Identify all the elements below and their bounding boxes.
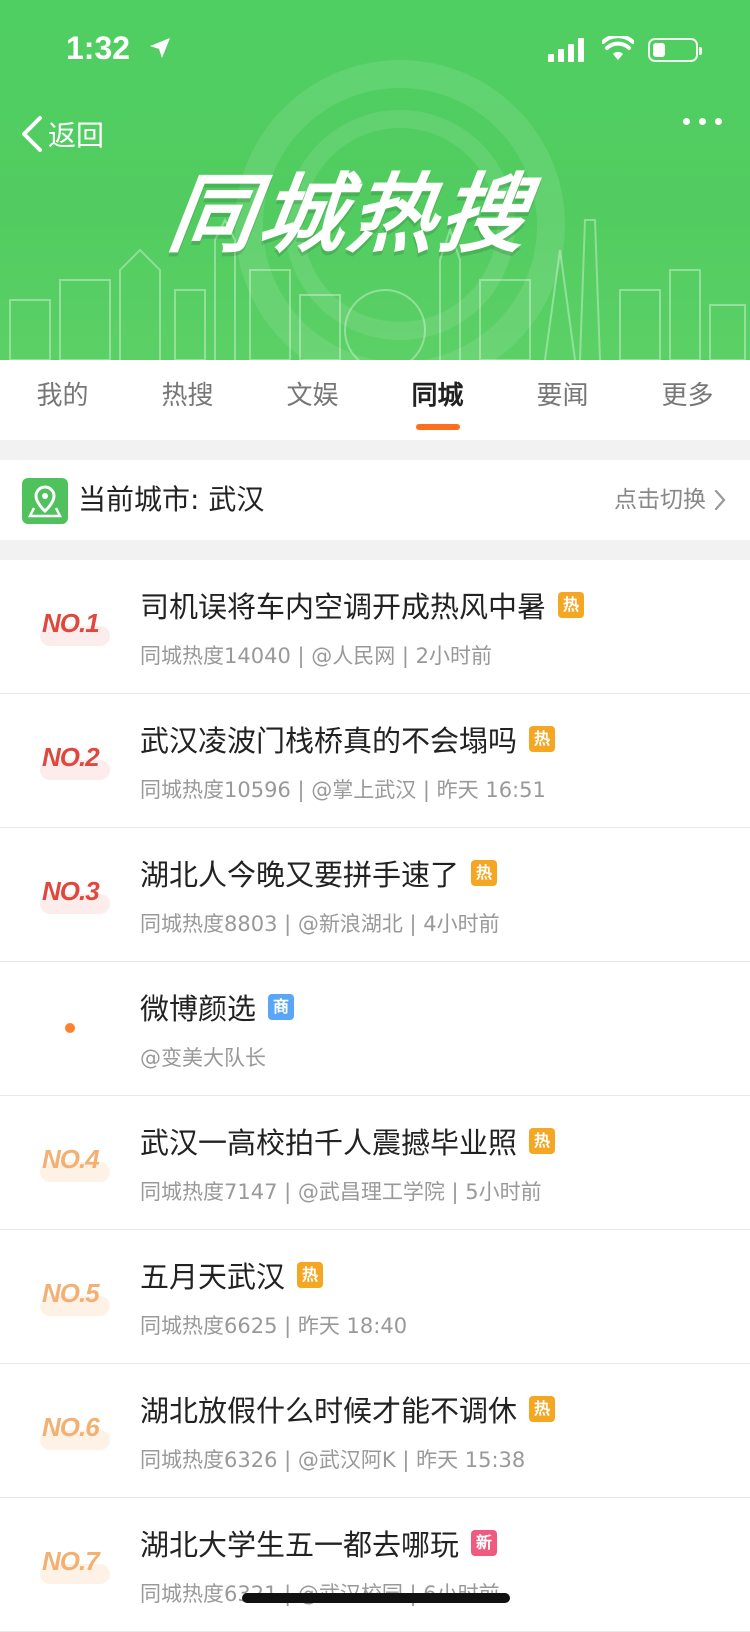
item-title: 司机误将车内空调开成热风中暑热	[140, 584, 585, 626]
item-title: 湖北放假什么时候才能不调休热	[140, 1388, 556, 1430]
rank-label: NO.1	[40, 600, 110, 650]
item-meta: 同城热度6625 | 昨天 18:40	[140, 1314, 408, 1338]
promo-dot-icon	[65, 1023, 75, 1033]
item-badge: 热	[471, 860, 498, 886]
list-item[interactable]: NO.5 五月天武汉热同城热度6625 | 昨天 18:40	[0, 1230, 750, 1364]
item-badge: 热	[297, 1262, 324, 1288]
list-item[interactable]: NO.4 武汉一高校拍千人震撼毕业照热同城热度7147 | @武昌理工学院 | 5…	[0, 1096, 750, 1230]
status-time: 1:32	[66, 30, 131, 66]
item-badge: 商	[268, 994, 295, 1020]
item-badge: 热	[529, 1128, 556, 1154]
tab-entertainment[interactable]: 文娱	[250, 360, 375, 440]
tab-same-city[interactable]: 同城	[375, 360, 500, 440]
item-badge: 热	[558, 592, 585, 618]
list-item[interactable]: NO.3 湖北人今晚又要拼手速了热同城热度8803 | @新浪湖北 | 4小时前	[0, 828, 750, 962]
item-badge: 新	[471, 1530, 498, 1556]
rank-label: NO.6	[40, 1404, 110, 1454]
item-meta: 同城热度10596 | @掌上武汉 | 昨天 16:51	[140, 778, 546, 802]
item-title: 湖北大学生五一都去哪玩新	[140, 1522, 498, 1564]
location-arrow-icon	[150, 38, 170, 58]
banner-title: 同城热搜	[162, 165, 538, 265]
item-badge: 热	[529, 1396, 556, 1422]
chevron-left-icon	[22, 116, 42, 152]
item-meta: 同城热度7147 | @武昌理工学院 | 5小时前	[140, 1180, 542, 1204]
item-title: 湖北人今晚又要拼手速了热	[140, 852, 498, 894]
cellular-signal-icon	[548, 38, 584, 62]
list-item[interactable]: NO.1 司机误将车内空调开成热风中暑热同城热度14040 | @人民网 | 2小…	[0, 560, 750, 694]
current-city-bar: 当前城市: 武汉 点击切换	[0, 460, 750, 540]
item-badge: 热	[529, 726, 556, 752]
item-meta: 同城热度8803 | @新浪湖北 | 4小时前	[140, 912, 500, 936]
battery-icon	[648, 38, 702, 62]
switch-city-label: 点击切换	[614, 487, 706, 513]
current-city-label: 当前城市: 武汉	[78, 483, 265, 516]
rank-label: NO.7	[40, 1538, 110, 1588]
switch-city-button[interactable]: 点击切换	[614, 460, 726, 540]
tab-hot-search[interactable]: 热搜	[125, 360, 250, 440]
home-indicator	[242, 1593, 510, 1603]
status-bar: 1:32	[0, 28, 750, 72]
list-item[interactable]: NO.2 武汉凌波门栈桥真的不会塌吗热同城热度10596 | @掌上武汉 | 昨天…	[0, 694, 750, 828]
tab-mine[interactable]: 我的	[0, 360, 125, 440]
category-tabs: 我的 热搜 文娱 同城 要闻 更多	[0, 360, 750, 440]
back-button[interactable]: 返回	[20, 112, 104, 156]
wifi-icon	[602, 36, 634, 60]
list-item[interactable]: NO.7湖北大学生五一都去哪玩新同城热度6321 | @武汉校园 | 6小时前	[0, 1498, 750, 1632]
item-meta: 同城热度14040 | @人民网 | 2小时前	[140, 644, 493, 668]
item-meta: 同城热度6326 | @武汉阿K | 昨天 15:38	[140, 1448, 526, 1472]
hot-search-list: NO.1 司机误将车内空调开成热风中暑热同城热度14040 | @人民网 | 2小…	[0, 560, 750, 1632]
rank-label: NO.4	[40, 1136, 110, 1186]
rank-label: NO.2	[40, 734, 110, 784]
item-meta: @变美大队长	[140, 1046, 266, 1070]
chevron-right-icon	[714, 489, 726, 511]
rank-label: NO.3	[40, 868, 110, 918]
location-pin-icon	[22, 478, 68, 524]
item-title: 武汉凌波门栈桥真的不会塌吗热	[140, 718, 556, 760]
rank-label: NO.5	[40, 1270, 110, 1320]
tab-news[interactable]: 要闻	[500, 360, 625, 440]
item-title: 微博颜选商	[140, 986, 295, 1028]
header-banner: 1:32 返回 同城热搜	[0, 0, 750, 360]
item-title: 五月天武汉热	[140, 1254, 324, 1296]
list-item[interactable]: NO.6 湖北放假什么时候才能不调休热同城热度6326 | @武汉阿K | 昨天 …	[0, 1364, 750, 1498]
item-title: 武汉一高校拍千人震撼毕业照热	[140, 1120, 556, 1162]
back-label: 返回	[48, 119, 105, 152]
list-item[interactable]: 微博颜选商 @变美大队长	[0, 962, 750, 1096]
more-options-button[interactable]	[683, 118, 722, 125]
tab-more[interactable]: 更多	[625, 360, 750, 440]
